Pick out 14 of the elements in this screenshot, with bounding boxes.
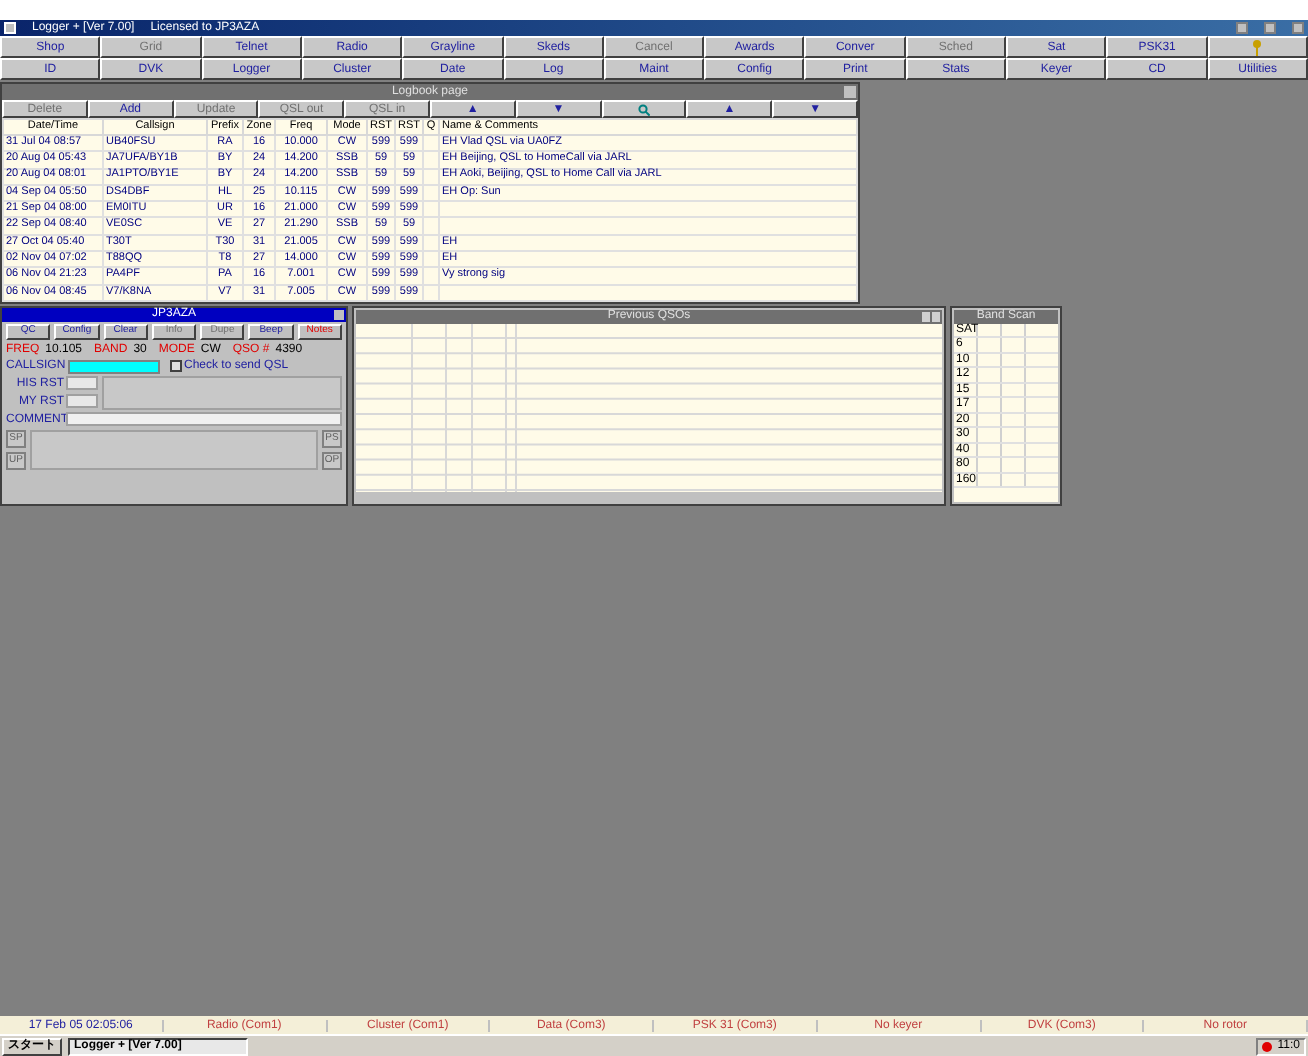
key-button[interactable] <box>1207 36 1308 58</box>
minimize-button[interactable] <box>1236 22 1248 34</box>
search-icon <box>637 103 650 115</box>
rst-field[interactable] <box>66 376 98 391</box>
maximize-button[interactable] <box>1264 22 1276 34</box>
rst-field[interactable] <box>66 394 98 409</box>
checkbox[interactable] <box>170 360 182 373</box>
close-button[interactable] <box>334 309 344 320</box>
search-button[interactable] <box>601 100 687 118</box>
tray-icon[interactable] <box>1261 1041 1272 1051</box>
app-icon <box>4 22 16 34</box>
callsign-field[interactable] <box>68 359 160 374</box>
comment-field[interactable] <box>66 412 342 427</box>
key-icon <box>1252 39 1263 55</box>
